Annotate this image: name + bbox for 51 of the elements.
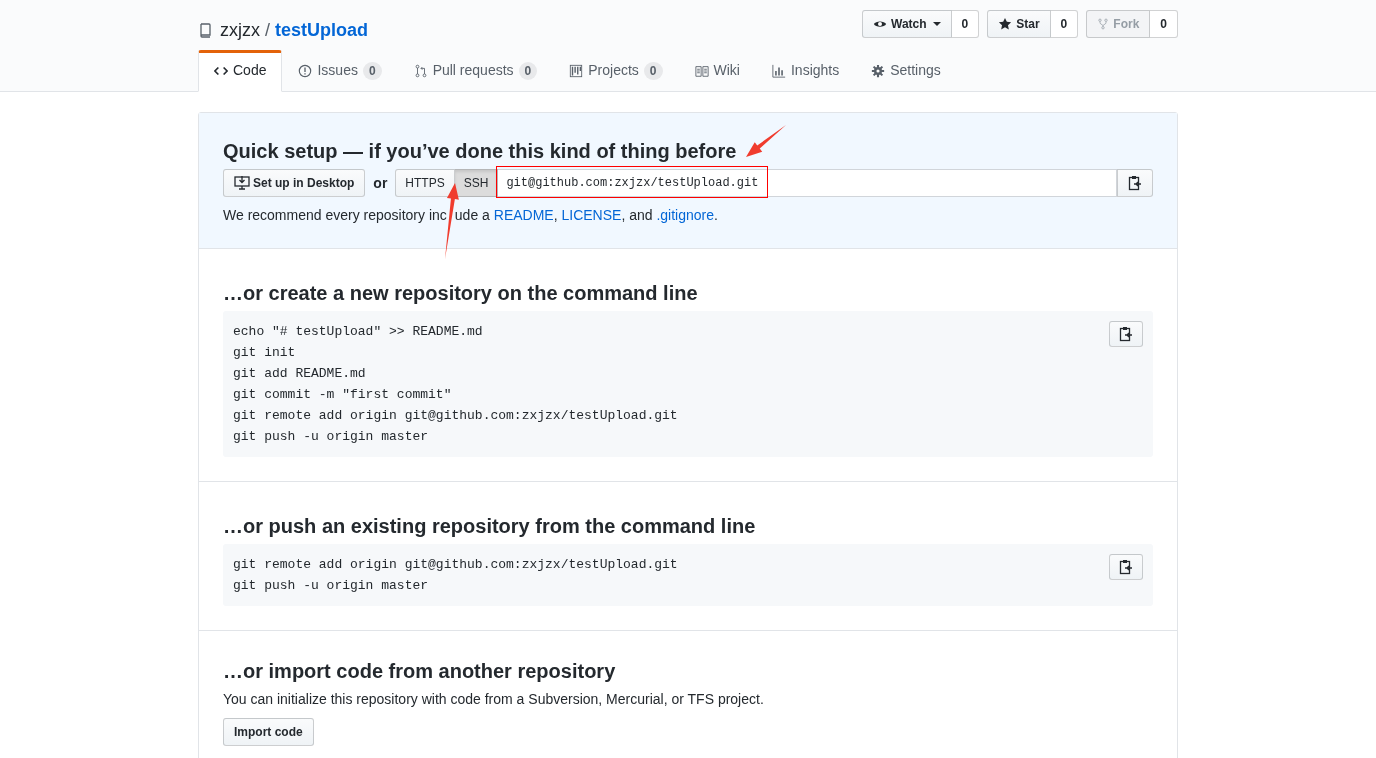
section-heading: …or create a new repository on the command line [223, 281, 699, 305]
repo-book-icon [198, 22, 214, 38]
owner-link[interactable]: zxjzx [220, 16, 260, 44]
desktop-download-icon [234, 175, 250, 191]
repo-tab[interactable]: Pull requests 0 [397, 50, 554, 92]
doc-link[interactable]: .gitignore [656, 207, 714, 223]
copy-button[interactable] [1117, 169, 1153, 197]
section-heading: …or push an existing repository from the command line [223, 514, 757, 538]
command-lines: git remote add origin git@github.com:zxjzx/testUpload.git git push -u origin master [233, 556, 678, 595]
tab-counter: 0 [518, 61, 538, 80]
protocol-toggle[interactable]: SSH [454, 169, 499, 197]
star-button[interactable]: Star [987, 10, 1051, 38]
section-heading: …or import code from another repository [223, 659, 617, 683]
repo-tab[interactable]: Insights [755, 50, 856, 92]
path-separator: / [265, 18, 270, 42]
repo-tab[interactable]: Wiki [678, 50, 756, 92]
watch-button[interactable]: Watch [862, 10, 952, 38]
clipboard-icon [1118, 559, 1134, 575]
setup-desktop-button[interactable]: Set up in Desktop [223, 169, 366, 197]
star-count[interactable]: 0 [1050, 10, 1079, 38]
book-icon [694, 63, 709, 78]
clipboard-icon [1127, 175, 1143, 191]
annotation-arrow [746, 125, 786, 157]
tab-counter: 0 [362, 61, 382, 80]
repo-tab[interactable]: Issues 0 [282, 50, 398, 92]
watch-count[interactable]: 0 [951, 10, 980, 38]
caret-icon [932, 22, 941, 26]
pull-request-icon [413, 63, 428, 78]
recommend-text: We recommend every repository inc ude a README, LICENSE, and .gitignore. [223, 205, 1153, 226]
issue-circle-icon [298, 63, 313, 78]
copy-button[interactable] [1109, 554, 1143, 580]
repo-tab[interactable]: Code [198, 50, 283, 92]
import-description: You can initialize this repository with code from a Subversion, Mercurial, or TFS project. [223, 690, 765, 709]
or-label: or [373, 173, 388, 193]
tab-counter: 0 [643, 61, 663, 80]
clone-url-field[interactable]: git@github.com:zxjzx/testUpload.git [498, 169, 1117, 197]
star-icon [998, 17, 1013, 31]
copy-button[interactable] [1109, 321, 1143, 347]
repo-tab[interactable]: Projects 0 [553, 50, 679, 92]
import-code-button[interactable]: Import code [223, 718, 314, 746]
fork-icon [1097, 18, 1110, 30]
section-heading: Quick setup — if you’ve done this kind of thing before [223, 139, 737, 163]
repo-name-link[interactable]: testUpload [275, 16, 369, 44]
bar-graph-icon [771, 63, 786, 78]
protocol-toggle[interactable]: HTTPS [395, 169, 455, 197]
doc-link[interactable]: README [493, 207, 554, 223]
command-lines: echo "# testUpload" >> README.md git init git add README.md git commit -m "first commit" git remote add origin git@github.com:zxjzx/testUpload.git git push -u origin master [233, 323, 678, 446]
clipboard-icon [1118, 326, 1134, 342]
repo-tab[interactable]: Settings [855, 50, 957, 92]
project-board-icon [569, 63, 584, 78]
settings-icon [871, 63, 886, 78]
